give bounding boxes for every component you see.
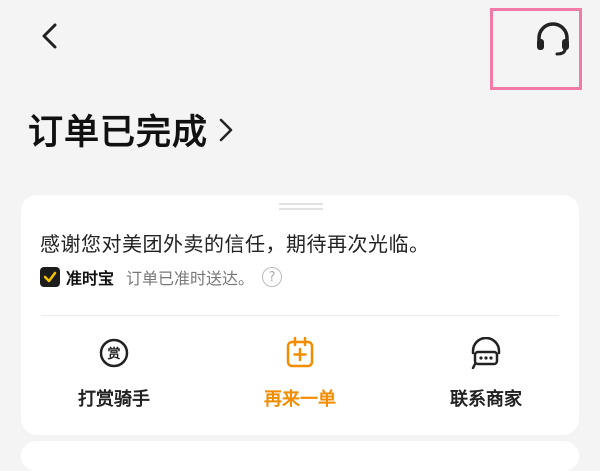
divider [41, 315, 559, 316]
svg-text:赏: 赏 [107, 346, 120, 362]
ontime-label: 准时宝 [66, 269, 115, 288]
reward-rider-button[interactable]: 赏 打赏骑手 [21, 335, 207, 411]
merchant-chat-icon [469, 335, 503, 371]
reward-rider-label: 打赏骑手 [78, 389, 150, 410]
ontime-guarantee-row: 准时宝 订单已准时送达。 ? [40, 265, 283, 289]
next-card [21, 441, 579, 471]
ontime-status-text: 订单已准时送达。 [126, 269, 255, 288]
reorder-label: 再来一单 [264, 389, 336, 410]
order-status-header[interactable]: 订单已完成 [28, 104, 234, 155]
action-bar: 赏 打赏骑手 再来一单 联系商家 [21, 335, 579, 411]
reward-icon: 赏 [98, 335, 130, 371]
headset-icon [534, 22, 572, 60]
chevron-right-icon [218, 116, 234, 144]
back-button[interactable] [30, 18, 70, 58]
contact-merchant-label: 联系商家 [450, 389, 522, 410]
order-card: 感谢您对美团外卖的信任，期待再次光临。 准时宝 订单已准时送达。 ? 赏 打赏骑… [21, 195, 579, 435]
checkmark-badge-icon [40, 267, 60, 287]
chevron-left-icon [40, 22, 60, 54]
drag-handle[interactable] [279, 203, 323, 210]
reorder-button[interactable]: 再来一单 [207, 335, 393, 411]
customer-service-button[interactable] [532, 22, 574, 60]
question-circle-icon[interactable]: ? [262, 267, 283, 287]
thanks-message: 感谢您对美团外卖的信任，期待再次光临。 [40, 232, 430, 256]
reorder-icon [284, 335, 316, 371]
contact-merchant-button[interactable]: 联系商家 [393, 335, 579, 411]
page-title: 订单已完成 [28, 113, 209, 153]
